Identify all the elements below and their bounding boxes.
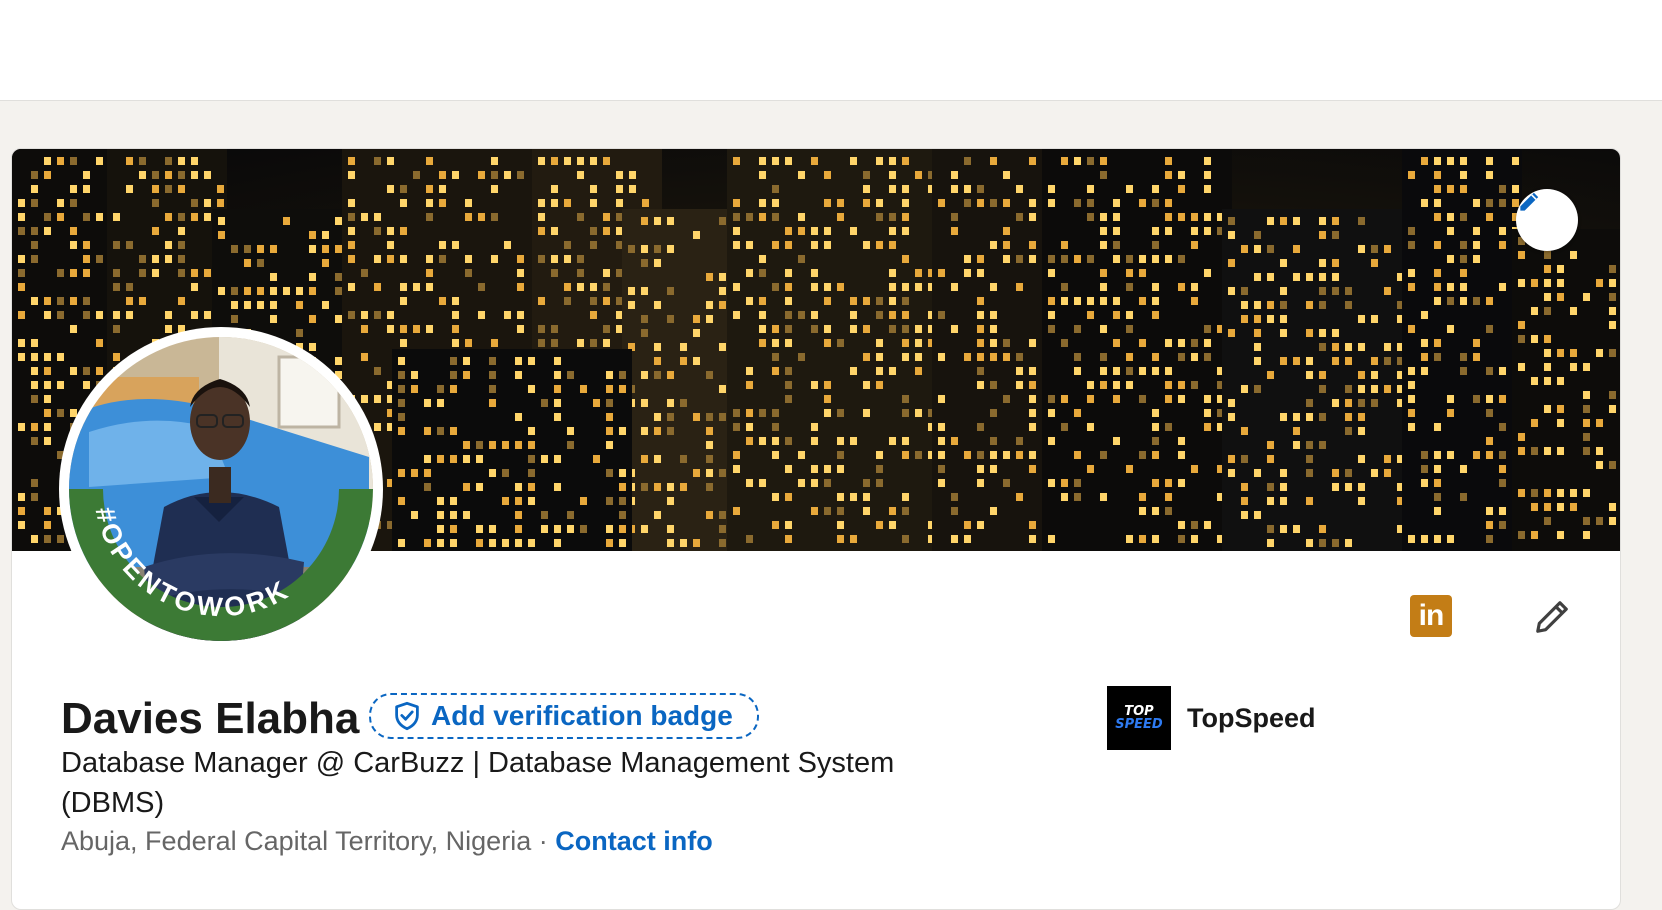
edit-profile-button[interactable] bbox=[1524, 589, 1580, 645]
profile-location-line: Abuja, Federal Capital Territory, Nigeri… bbox=[61, 826, 713, 857]
add-verification-badge-button[interactable]: Add verification badge bbox=[369, 693, 759, 739]
profile-photo-image: #OPENTOWORK bbox=[69, 337, 373, 641]
pencil-icon bbox=[1520, 192, 1539, 211]
company-logo: TOP SPEED bbox=[1107, 686, 1171, 750]
profile-card: #OPENTOWORK in Davies Elabha Add verific… bbox=[11, 148, 1621, 910]
company-logo-line2: SPEED bbox=[1115, 717, 1163, 732]
verification-label: Add verification badge bbox=[431, 700, 733, 731]
edit-cover-button[interactable] bbox=[1516, 189, 1578, 251]
profile-name: Davies Elabha bbox=[61, 694, 360, 743]
avatar: #OPENTOWORK bbox=[69, 337, 373, 641]
company-name: TopSpeed bbox=[1187, 702, 1316, 733]
shield-check-icon bbox=[395, 701, 419, 731]
location-separator: · bbox=[538, 826, 548, 856]
profile-photo[interactable]: #OPENTOWORK bbox=[59, 327, 383, 651]
contact-info-link[interactable]: Contact info bbox=[555, 826, 712, 856]
pencil-icon bbox=[1536, 601, 1568, 633]
linkedin-icon[interactable]: in bbox=[1410, 595, 1452, 637]
linkedin-icon-text: in bbox=[1418, 599, 1445, 632]
top-navigation-bar bbox=[0, 0, 1662, 101]
profile-headline: Database Manager @ CarBuzz | Database Ma… bbox=[61, 747, 895, 819]
profile-location: Abuja, Federal Capital Territory, Nigeri… bbox=[61, 826, 532, 856]
current-company[interactable]: TOP SPEED TopSpeed bbox=[1107, 686, 1316, 750]
